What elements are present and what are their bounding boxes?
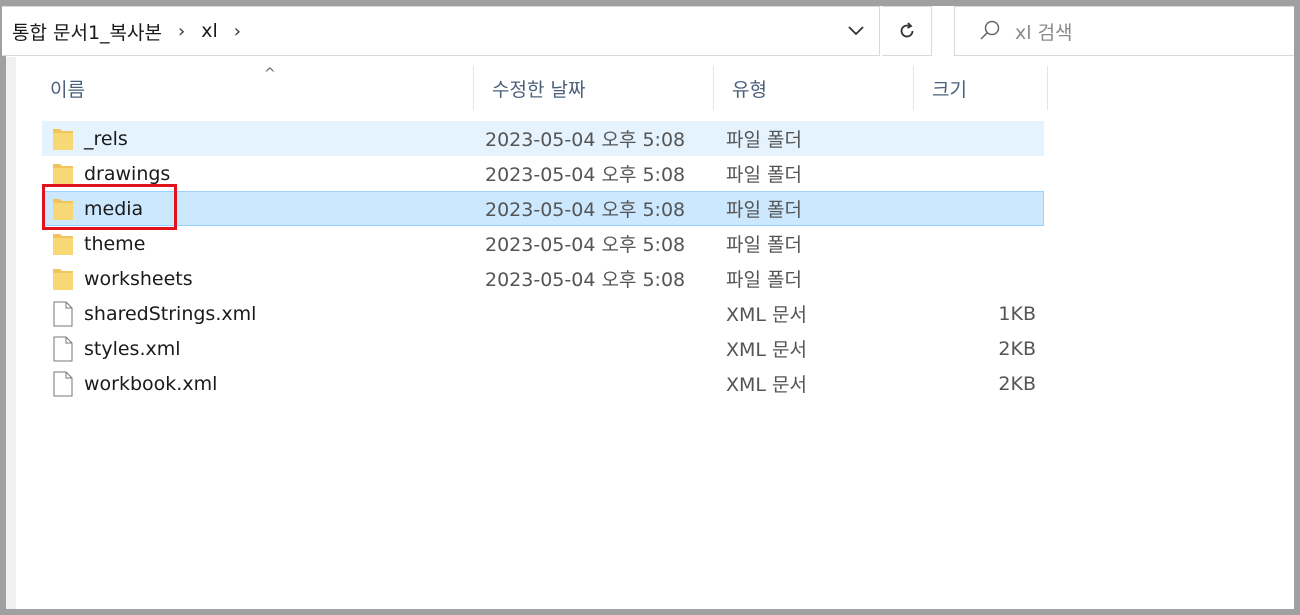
file-name: sharedStrings.xml	[84, 302, 257, 325]
file-name: theme	[84, 232, 146, 255]
file-name: workbook.xml	[84, 372, 218, 395]
sort-ascending-icon: ^	[264, 66, 276, 82]
file-date: 2023-05-04 오후 5:08	[485, 199, 686, 221]
file-date: 2023-05-04 오후 5:08	[485, 234, 686, 256]
chevron-down-icon	[848, 26, 864, 36]
column-header-size[interactable]: 크기	[914, 66, 1048, 110]
folder-icon	[52, 161, 84, 187]
file-row[interactable]: drawings 2023-05-04 오후 5:08 파일 폴더	[42, 156, 1044, 191]
refresh-button[interactable]	[882, 6, 932, 56]
file-name-cell: styles.xml	[52, 331, 181, 366]
file-name-cell: worksheets	[52, 261, 193, 296]
file-name: media	[84, 197, 144, 220]
file-row[interactable]: styles.xml XML 문서 2KB	[42, 331, 1044, 366]
file-name-cell: workbook.xml	[52, 366, 217, 401]
file-row[interactable]: workbook.xml XML 문서 2KB	[42, 366, 1044, 401]
chevron-right-icon[interactable]: ›	[168, 21, 195, 42]
file-size	[922, 191, 1036, 226]
file-name: worksheets	[84, 267, 193, 290]
file-type: XML 문서	[726, 304, 807, 326]
search-placeholder: xl 검색	[1015, 21, 1073, 44]
file-row[interactable]: sharedStrings.xml XML 문서 1KB	[42, 296, 1044, 331]
breadcrumb-item-workbook[interactable]: 통합 문서1_복사본	[6, 18, 168, 45]
search-input[interactable]: xl 검색	[954, 6, 1294, 56]
column-header-date[interactable]: 수정한 날짜	[474, 66, 714, 110]
file-row[interactable]: theme 2023-05-04 오후 5:08 파일 폴더	[42, 226, 1044, 261]
breadcrumb-item-xl[interactable]: xl	[195, 20, 224, 42]
document-icon	[52, 371, 84, 397]
file-name: styles.xml	[84, 337, 181, 360]
file-name-cell: sharedStrings.xml	[52, 296, 256, 331]
file-list: _rels 2023-05-04 오후 5:08 파일 폴더 drawings 2023…	[42, 121, 1044, 401]
file-size	[922, 121, 1036, 156]
file-type: 파일 폴더	[726, 234, 802, 256]
address-bar[interactable]: 통합 문서1_복사본 › xl ›	[2, 6, 880, 56]
file-date: 2023-05-04 오후 5:08	[485, 269, 686, 291]
folder-icon	[52, 231, 84, 257]
file-date: 2023-05-04 오후 5:08	[485, 164, 686, 186]
file-size	[922, 156, 1036, 191]
file-name-cell: _rels	[52, 121, 128, 156]
column-headers: 이름 ^ 수정한 날짜 유형 크기	[16, 66, 1056, 110]
file-type: XML 문서	[726, 374, 807, 396]
search-icon	[980, 20, 1000, 40]
document-icon	[52, 336, 84, 362]
folder-icon	[52, 266, 84, 292]
column-header-name[interactable]: 이름 ^	[32, 66, 474, 110]
file-type: 파일 폴더	[726, 269, 802, 291]
file-type: 파일 폴더	[726, 199, 802, 221]
file-name: drawings	[84, 162, 171, 185]
file-size	[922, 226, 1036, 261]
file-size	[922, 261, 1036, 296]
file-size: 2KB	[998, 337, 1036, 360]
file-name: _rels	[84, 127, 128, 150]
file-row[interactable]: worksheets 2023-05-04 오후 5:08 파일 폴더	[42, 261, 1044, 296]
file-size: 1KB	[998, 302, 1036, 325]
file-name-cell: theme	[52, 226, 145, 261]
address-history-button[interactable]	[832, 7, 880, 55]
refresh-icon	[900, 22, 913, 38]
column-header-type[interactable]: 유형	[714, 66, 914, 110]
breadcrumb: 통합 문서1_복사본 › xl ›	[6, 7, 251, 55]
folder-icon	[52, 196, 84, 222]
file-row[interactable]: media 2023-05-04 오후 5:08 파일 폴더	[42, 191, 1044, 226]
file-type: 파일 폴더	[726, 129, 802, 151]
folder-icon	[52, 126, 84, 152]
file-date: 2023-05-04 오후 5:08	[485, 129, 686, 151]
file-size: 2KB	[998, 372, 1036, 395]
chevron-right-icon[interactable]: ›	[224, 21, 251, 42]
file-type: XML 문서	[726, 339, 807, 361]
document-icon	[52, 301, 84, 327]
navigation-pane-edge	[6, 57, 16, 609]
file-type: 파일 폴더	[726, 164, 802, 186]
file-name-cell: media	[52, 191, 143, 226]
file-row[interactable]: _rels 2023-05-04 오후 5:08 파일 폴더	[42, 121, 1044, 156]
file-name-cell: drawings	[52, 156, 170, 191]
